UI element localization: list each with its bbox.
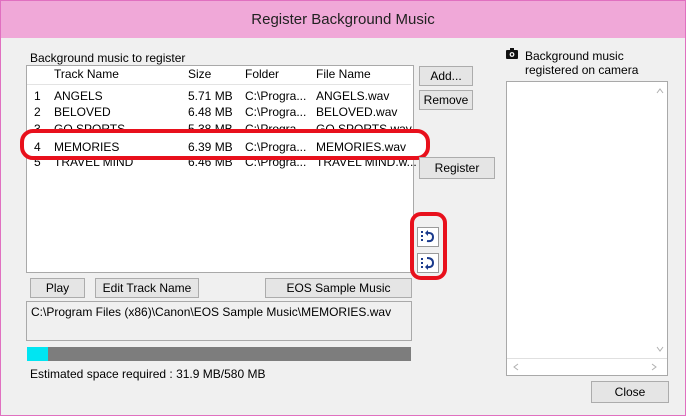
- horizontal-scrollbar-divider: [507, 358, 667, 359]
- column-file-name[interactable]: File Name: [316, 67, 371, 81]
- edit-track-name-button[interactable]: Edit Track Name: [95, 278, 199, 298]
- scroll-down-icon[interactable]: [656, 346, 664, 352]
- background-music-group-label: Background music to register: [30, 51, 186, 65]
- track-file: ANGELS.wav: [316, 89, 390, 103]
- scroll-left-icon[interactable]: [513, 363, 519, 371]
- row-number: 2: [34, 105, 41, 119]
- eos-sample-music-button[interactable]: EOS Sample Music: [265, 278, 412, 298]
- move-down-button[interactable]: [417, 253, 439, 273]
- scroll-right-icon[interactable]: [651, 363, 657, 371]
- remove-button[interactable]: Remove: [419, 90, 473, 110]
- track-size: 6.48 MB: [188, 105, 233, 119]
- track-folder: C:\Progra...: [245, 140, 307, 154]
- register-button[interactable]: Register: [419, 157, 495, 179]
- play-button[interactable]: Play: [30, 278, 85, 298]
- list-header-divider: [27, 84, 411, 85]
- move-up-icon: [421, 230, 435, 243]
- camera-icon: [506, 48, 518, 59]
- column-track-name[interactable]: Track Name: [54, 67, 119, 81]
- camera-music-label-line1: Background music: [525, 49, 624, 63]
- space-progress-fill: [27, 347, 49, 361]
- camera-music-label-line2: registered on camera: [525, 63, 639, 77]
- space-progress-bar: [27, 347, 411, 361]
- track-size: 6.39 MB: [188, 140, 233, 154]
- close-button[interactable]: Close: [591, 381, 669, 403]
- move-up-button[interactable]: [417, 227, 439, 247]
- track-file: MEMORIES.wav: [316, 140, 407, 154]
- row-number: 1: [34, 89, 41, 103]
- track-name: ANGELS: [54, 89, 103, 103]
- track-name: BELOVED: [54, 105, 111, 119]
- estimated-space-text: Estimated space required : 31.9 MB/580 M…: [30, 367, 266, 381]
- track-folder: C:\Progra...: [245, 89, 307, 103]
- track-size: 5.71 MB: [188, 89, 233, 103]
- move-down-icon: [421, 257, 435, 270]
- column-folder[interactable]: Folder: [245, 67, 279, 81]
- column-size[interactable]: Size: [188, 67, 211, 81]
- file-path-box: C:\Program Files (x86)\Canon\EOS Sample …: [26, 301, 412, 341]
- scroll-up-icon[interactable]: [656, 88, 664, 94]
- add-button[interactable]: Add...: [419, 66, 473, 86]
- window-title: Register Background Music: [1, 1, 685, 38]
- row-number: 4: [34, 140, 41, 154]
- track-name: MEMORIES: [54, 140, 120, 154]
- track-file: BELOVED.wav: [316, 105, 398, 119]
- track-folder: C:\Progra...: [245, 105, 307, 119]
- camera-music-list[interactable]: [506, 81, 668, 376]
- register-music-window: Register Background Music Background mus…: [0, 0, 686, 416]
- file-path-text: C:\Program Files (x86)\Canon\EOS Sample …: [31, 305, 392, 319]
